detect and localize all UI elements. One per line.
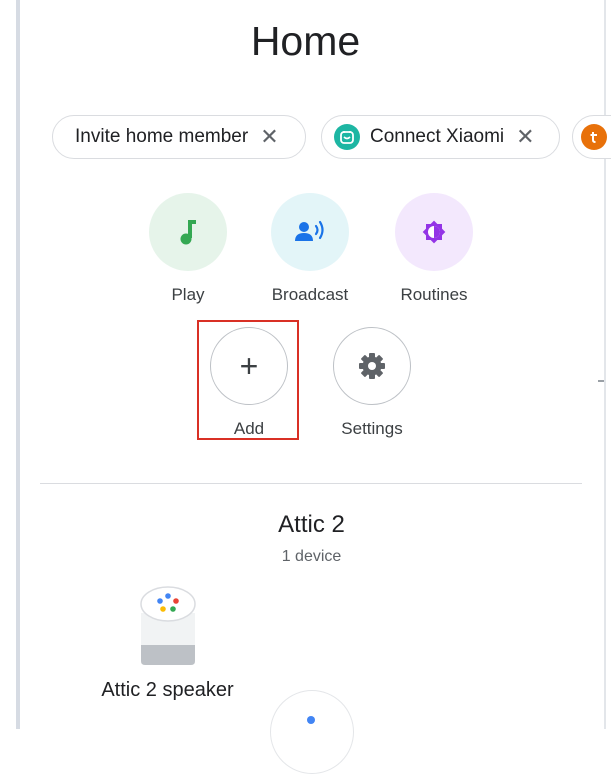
- settings-action[interactable]: Settings: [317, 327, 427, 439]
- suggestion-chips: Invite home member ✕ Connect Xiaomi ✕: [52, 115, 611, 161]
- page-title: Home: [250, 18, 361, 64]
- music-note-icon: [180, 220, 196, 245]
- room-title: Attic 2: [278, 511, 345, 538]
- device-indicator-dot: [307, 716, 315, 724]
- chip-connect-xiaomi[interactable]: Connect Xiaomi ✕: [321, 115, 560, 159]
- next-device-tile[interactable]: [270, 690, 354, 774]
- brightness-icon: [422, 220, 446, 244]
- settings-label: Settings: [341, 419, 403, 438]
- close-icon[interactable]: ✕: [516, 126, 534, 148]
- broadcast-label: Broadcast: [271, 285, 349, 304]
- room-device-count: 1 device: [281, 548, 342, 565]
- chip-third-party[interactable]: [572, 115, 611, 159]
- section-divider: [40, 483, 582, 484]
- add-button[interactable]: +: [210, 327, 288, 405]
- device-tile[interactable]: Attic 2 speaker: [80, 585, 255, 702]
- chip-label: Invite home member: [75, 126, 249, 147]
- play-label: Play: [171, 285, 205, 304]
- routines-label: Routines: [400, 285, 468, 304]
- smart-speaker-icon: [139, 586, 196, 665]
- window-right-edge: [604, 0, 606, 729]
- close-icon[interactable]: ✕: [260, 126, 278, 148]
- add-action[interactable]: + Add: [194, 327, 304, 439]
- chip-invite-home-member[interactable]: Invite home member ✕: [52, 115, 306, 159]
- broadcast-icon: [295, 220, 324, 241]
- routines-button[interactable]: [395, 193, 473, 271]
- plus-icon: +: [239, 348, 259, 384]
- xiaomi-icon: [334, 124, 360, 150]
- routines-action[interactable]: Routines: [379, 193, 489, 305]
- settings-button[interactable]: [333, 327, 411, 405]
- broadcast-button[interactable]: [271, 193, 349, 271]
- device-label: Attic 2 speaker: [101, 679, 234, 701]
- scroll-marker: [598, 380, 604, 382]
- play-action[interactable]: Play: [133, 193, 243, 305]
- play-button[interactable]: [149, 193, 227, 271]
- gear-icon: [359, 353, 385, 379]
- third-party-icon: [581, 124, 607, 150]
- add-label: Add: [233, 419, 265, 438]
- window-left-edge: [16, 0, 20, 729]
- broadcast-action[interactable]: Broadcast: [255, 193, 365, 305]
- chip-label: Connect Xiaomi: [370, 126, 505, 147]
